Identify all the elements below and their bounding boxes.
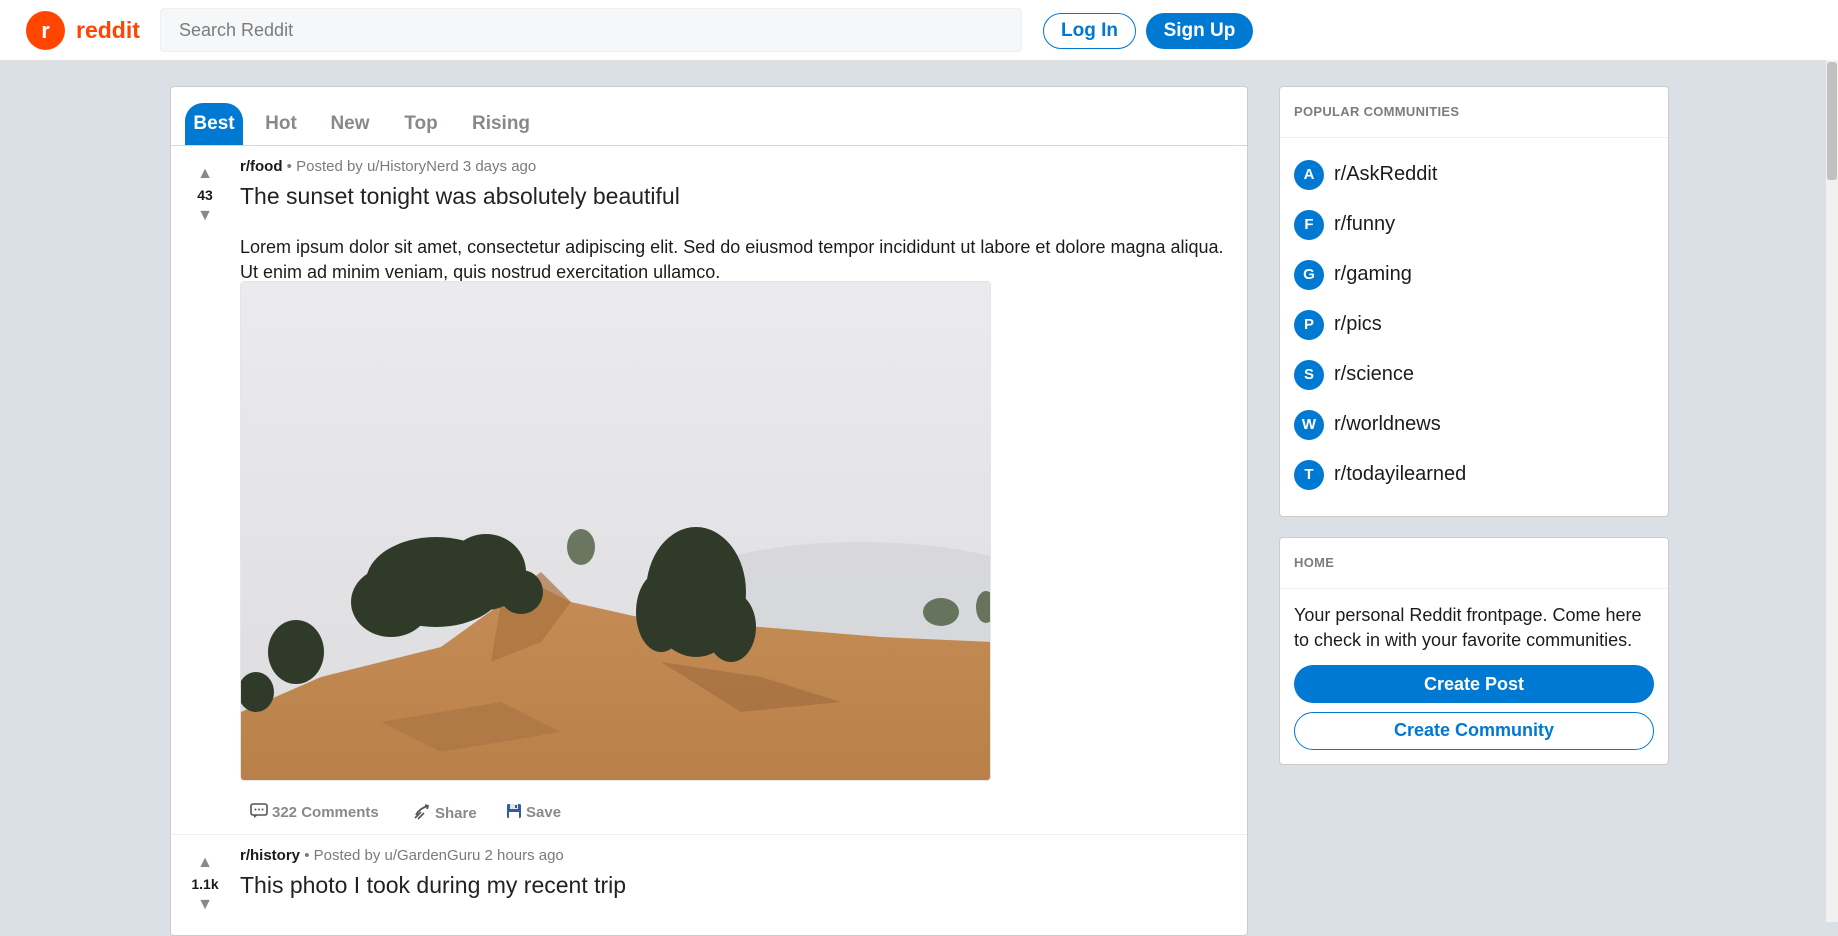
- post-card[interactable]: ▲ 43 ▼ r/food • Posted by u/HistoryNerd …: [171, 146, 1247, 835]
- community-name[interactable]: r/funny: [1334, 213, 1395, 236]
- tab-hot[interactable]: Hot: [253, 103, 309, 145]
- sort-tabs: Best Hot New Top Rising: [171, 87, 1247, 146]
- upvote-icon[interactable]: ▲: [171, 853, 239, 873]
- post-meta: r/food • Posted by u/HistoryNerd 3 days …: [240, 158, 536, 175]
- home-card: HOME Your personal Reddit frontpage. Com…: [1279, 537, 1669, 765]
- save-button[interactable]: Save: [506, 803, 561, 823]
- vote-column: ▲ 1.1k ▼: [171, 853, 239, 915]
- tab-new[interactable]: New: [319, 103, 381, 145]
- card-heading: HOME: [1280, 538, 1668, 589]
- community-name[interactable]: r/pics: [1334, 313, 1382, 336]
- community-avatar: T: [1294, 460, 1324, 490]
- tab-top[interactable]: Top: [391, 103, 451, 145]
- create-community-button[interactable]: Create Community: [1294, 712, 1654, 750]
- vote-score: 43: [197, 187, 213, 203]
- post-title[interactable]: This photo I took during my recent trip: [240, 872, 626, 899]
- share-icon: [413, 803, 431, 825]
- post-meta: r/history • Posted by u/GardenGuru 2 hou…: [240, 847, 564, 864]
- community-name[interactable]: r/todayilearned: [1334, 463, 1466, 486]
- community-avatar: S: [1294, 360, 1324, 390]
- share-button[interactable]: Share: [413, 803, 477, 825]
- subreddit-link[interactable]: r/history: [240, 847, 300, 864]
- save-label: Save: [526, 803, 562, 821]
- community-name[interactable]: r/gaming: [1334, 263, 1412, 286]
- community-avatar: W: [1294, 410, 1324, 440]
- home-description: Your personal Reddit frontpage. Come her…: [1294, 605, 1642, 650]
- landscape-photo: [241, 282, 990, 780]
- post-image[interactable]: [240, 281, 991, 781]
- community-avatar: A: [1294, 160, 1324, 190]
- post-body: Lorem ipsum dolor sit amet, consectetur …: [240, 237, 1224, 282]
- vote-column: ▲ 43 ▼: [171, 164, 239, 226]
- upvote-icon[interactable]: ▲: [171, 164, 239, 184]
- signup-button[interactable]: Sign Up: [1146, 13, 1253, 49]
- community-avatar: F: [1294, 210, 1324, 240]
- community-name[interactable]: r/science: [1334, 363, 1414, 386]
- community-name[interactable]: r/AskReddit: [1334, 163, 1437, 186]
- reddit-logo-icon[interactable]: r: [26, 11, 65, 50]
- community-avatar: P: [1294, 310, 1324, 340]
- tab-best[interactable]: Best: [185, 103, 243, 145]
- popular-communities-card: POPULAR COMMUNITIES A r/AskReddit F r/fu…: [1279, 86, 1669, 517]
- comment-icon: [250, 803, 268, 823]
- posted-by-text: • Posted by u/GardenGuru 2 hours ago: [304, 847, 564, 864]
- post-title[interactable]: The sunset tonight was absolutely beauti…: [240, 183, 680, 210]
- posted-by-text: • Posted by u/HistoryNerd 3 days ago: [286, 158, 537, 175]
- search-input[interactable]: [160, 8, 1022, 52]
- downvote-icon[interactable]: ▼: [171, 206, 239, 226]
- vote-score: 1.1k: [191, 876, 219, 892]
- community-name[interactable]: r/worldnews: [1334, 413, 1441, 436]
- post-card[interactable]: ▲ 1.1k ▼ r/history • Posted by u/GardenG…: [171, 835, 1247, 935]
- card-heading: POPULAR COMMUNITIES: [1280, 87, 1668, 138]
- post-feed: Best Hot New Top Rising ▲ 43 ▼ r/food • …: [170, 86, 1248, 936]
- page-scrollbar[interactable]: [1826, 60, 1838, 922]
- login-button[interactable]: Log In: [1043, 13, 1136, 49]
- comments-button[interactable]: 322 Comments: [250, 803, 379, 823]
- downvote-icon[interactable]: ▼: [171, 895, 239, 915]
- tab-rising[interactable]: Rising: [461, 103, 541, 145]
- comments-count: 322 Comments: [272, 803, 379, 821]
- share-label: Share: [435, 804, 477, 822]
- scrollbar-thumb[interactable]: [1827, 62, 1837, 180]
- floppy-disk-icon: [506, 803, 522, 823]
- subreddit-link[interactable]: r/food: [240, 158, 283, 175]
- top-header: r reddit Log In Sign Up: [0, 0, 1838, 61]
- create-post-button[interactable]: Create Post: [1294, 665, 1654, 703]
- community-avatar: G: [1294, 260, 1324, 290]
- reddit-wordmark[interactable]: reddit: [76, 17, 140, 44]
